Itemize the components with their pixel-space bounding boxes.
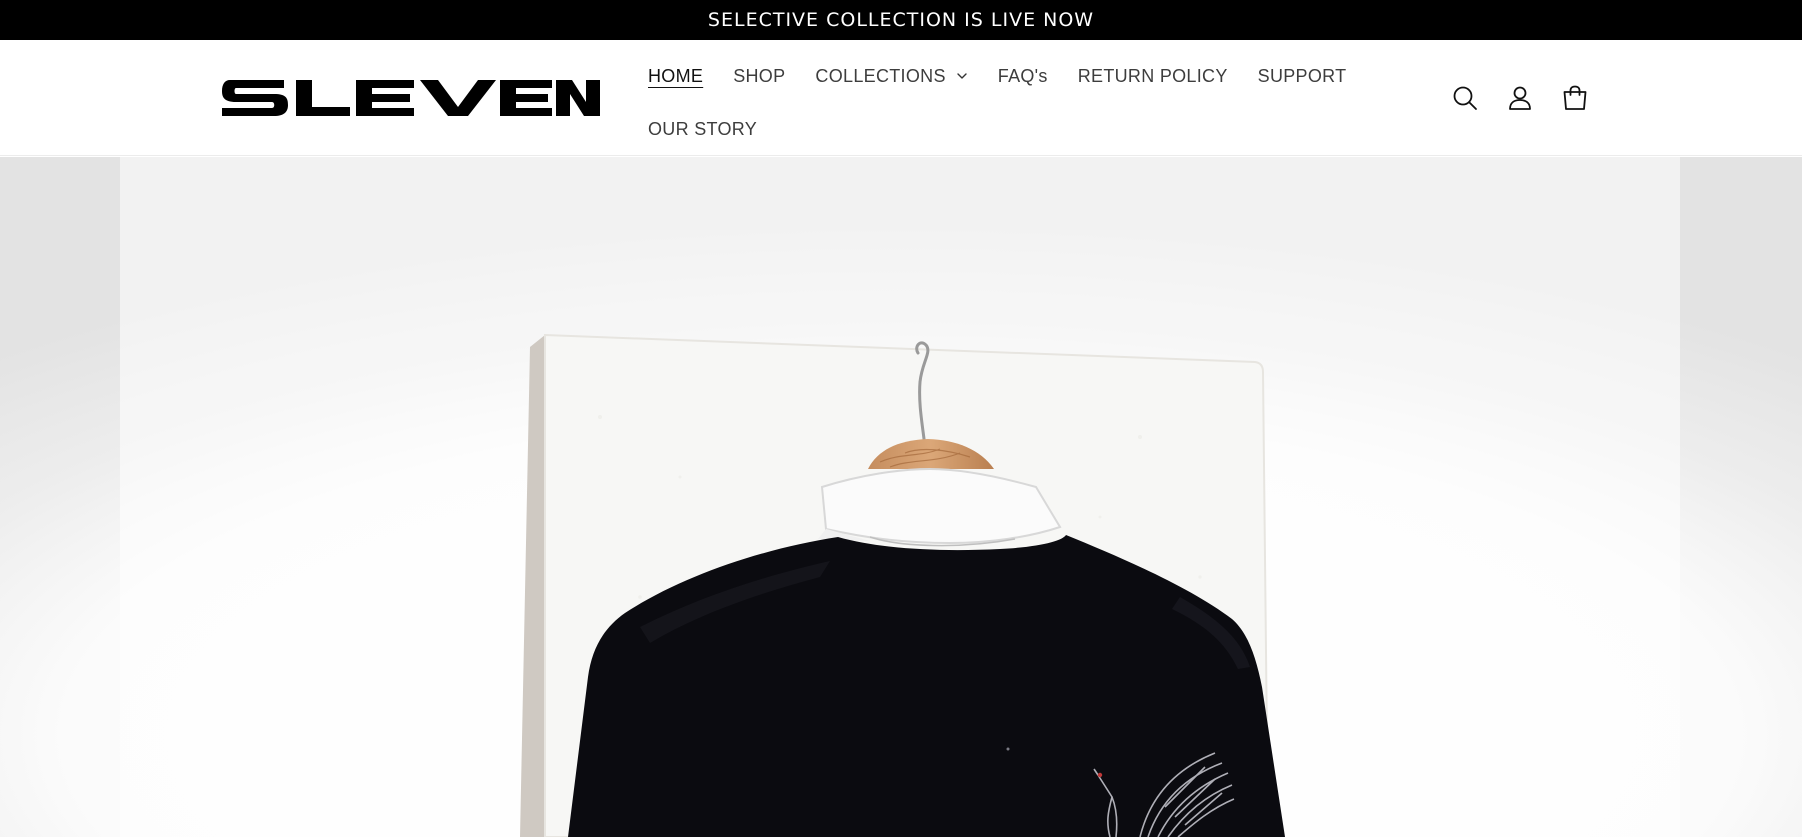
nav-item-support[interactable]: SUPPORT (1258, 66, 1347, 87)
account-button[interactable] (1505, 83, 1535, 113)
announcement-bar: SELECTIVE COLLECTION IS LIVE NOW (0, 0, 1802, 40)
site-header: HOME SHOP COLLECTIONS FAQ's RETURN POLIC… (0, 40, 1802, 156)
nav-item-label: FAQ's (997, 65, 1048, 86)
nav-item-label: HOME (648, 65, 704, 86)
nav-item-home[interactable]: HOME (648, 66, 703, 87)
announcement-text: SELECTIVE COLLECTION IS LIVE NOW (707, 9, 1095, 31)
header-icons (1450, 83, 1615, 113)
nav-item-label: OUR STORY (648, 118, 758, 139)
nav-item-label: RETURN POLICY (1077, 65, 1228, 86)
logo-wordmark (222, 80, 600, 116)
cart-icon (1563, 85, 1587, 110)
nav-item-label: COLLECTIONS (815, 65, 946, 86)
main-nav-row-2: OUR STORY (648, 111, 787, 147)
nav-item-shop[interactable]: SHOP (733, 66, 785, 87)
brand-logo[interactable] (222, 80, 600, 116)
nav-item-label: SHOP (733, 65, 786, 86)
hero-image (0, 157, 1802, 837)
search-button[interactable] (1450, 83, 1480, 113)
chevron-down-icon (957, 73, 967, 79)
account-icon (1509, 86, 1531, 110)
hero-banner (0, 157, 1802, 837)
nav-item-return-policy[interactable]: RETURN POLICY (1078, 66, 1228, 87)
nav-item-our-story[interactable]: OUR STORY (648, 119, 757, 140)
nav-item-label: SUPPORT (1257, 65, 1347, 86)
search-icon (1453, 86, 1477, 110)
cart-button[interactable] (1560, 83, 1590, 113)
main-nav: HOME SHOP COLLECTIONS FAQ's RETURN POLIC… (648, 58, 1376, 94)
nav-item-faqs[interactable]: FAQ's (998, 66, 1048, 87)
nav-item-collections[interactable]: COLLECTIONS (815, 66, 967, 87)
